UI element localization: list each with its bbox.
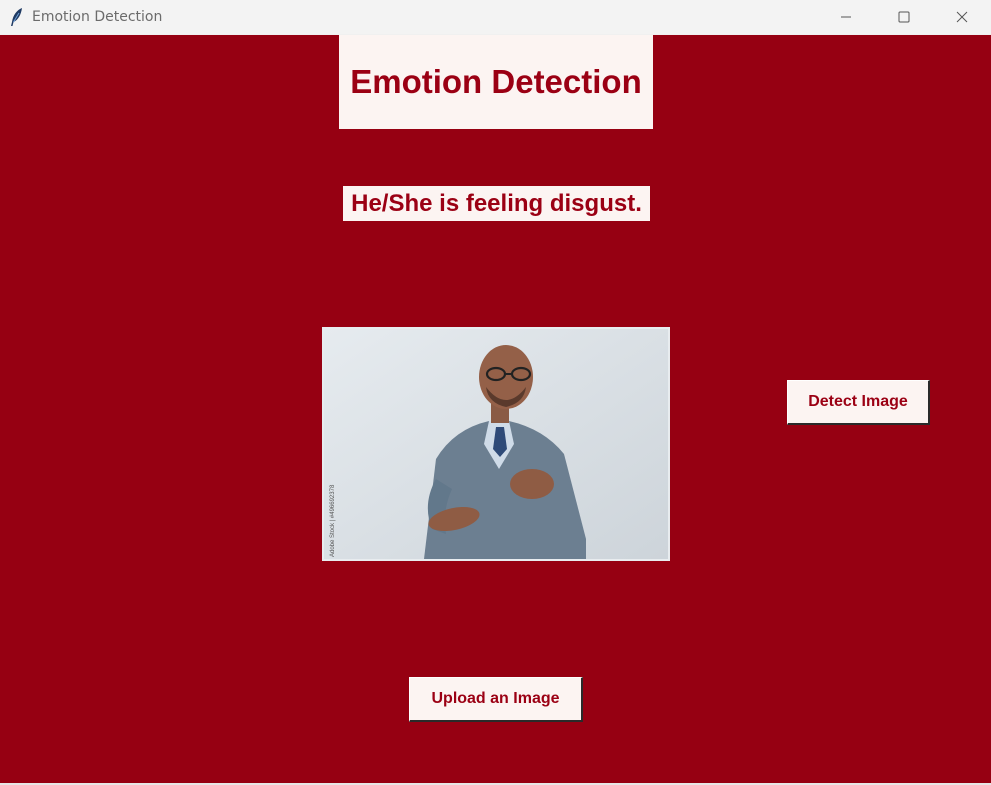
upload-image-button[interactable]: Upload an Image [409,677,583,722]
person-photo-illustration: Adobe Stock | #496692378 [324,329,668,559]
maximize-button[interactable] [875,0,933,34]
detect-image-button[interactable]: Detect Image [787,380,930,425]
app-window: Emotion Detection Emotion Detection He/S… [0,0,991,785]
minimize-icon [841,16,851,18]
page-title: Emotion Detection [339,35,653,129]
emotion-result-label: He/She is feeling disgust. [343,186,650,221]
window-controls [817,0,991,34]
feather-icon [6,6,28,28]
detect-image-button-label: Detect Image [808,393,908,410]
title-bar[interactable]: Emotion Detection [0,0,991,34]
photo-watermark: Adobe Stock | #496692378 [330,484,336,557]
window-title: Emotion Detection [32,9,163,25]
uploaded-photo: Adobe Stock | #496692378 [322,327,670,561]
maximize-icon [898,11,910,23]
close-icon [956,11,968,23]
page-title-text: Emotion Detection [350,63,642,100]
emotion-result-text: He/She is feeling disgust. [351,189,642,217]
minimize-button[interactable] [817,0,875,34]
close-button[interactable] [933,0,991,34]
main-canvas: Emotion Detection He/She is feeling disg… [0,35,991,783]
upload-image-button-label: Upload an Image [431,690,560,707]
